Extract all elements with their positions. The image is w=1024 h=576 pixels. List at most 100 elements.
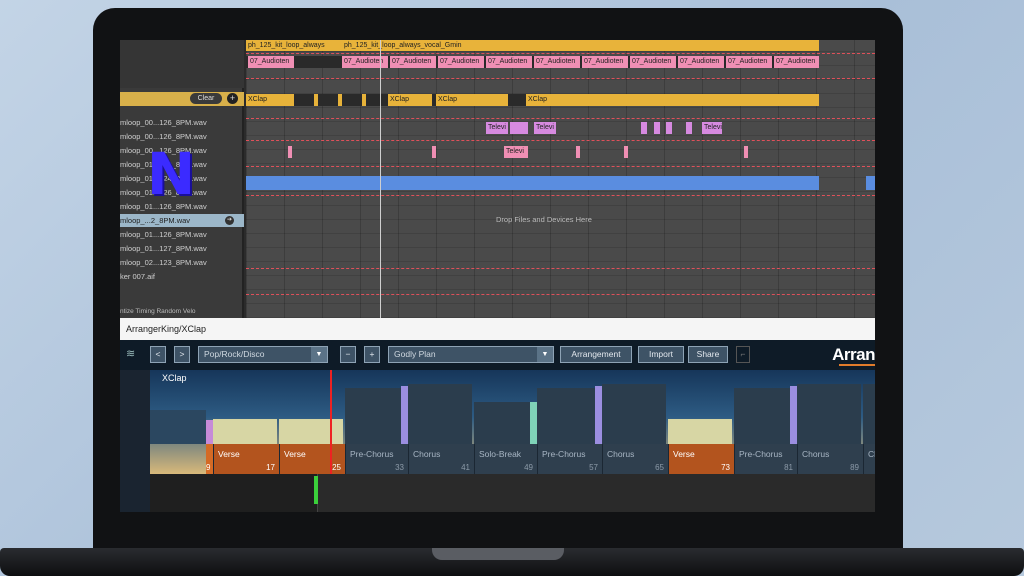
audio-clip[interactable]: 07_Audioten: [630, 56, 676, 68]
automation-line: [246, 166, 875, 167]
midi-clip[interactable]: XClap: [246, 94, 294, 106]
automation-line: [246, 78, 875, 79]
arrangement-canvas[interactable]: XClap 9 Verse 17 Verse 25 Pre-Chorus 33 …: [150, 370, 875, 474]
plan-select[interactable]: Godly Plan ▼: [388, 346, 554, 363]
midi-clip[interactable]: Televi: [534, 122, 556, 134]
section-block[interactable]: Chorus 41: [408, 444, 474, 474]
energy-block: [279, 419, 343, 444]
midi-clip[interactable]: Televi: [702, 122, 722, 134]
brand-logo: Arran: [832, 345, 875, 364]
midi-clip[interactable]: XClap: [388, 94, 432, 106]
browser-file[interactable]: mloop_02...123_8PM.wav: [120, 256, 244, 269]
audio-clip[interactable]: 07_Audioten: [678, 56, 724, 68]
midi-clip[interactable]: XClap: [526, 94, 819, 106]
section-block[interactable]: Pre-Chorus 57: [537, 444, 602, 474]
midi-clip[interactable]: [744, 146, 748, 158]
genre-select[interactable]: Pop/Rock/Disco ▼: [198, 346, 328, 363]
midi-clip[interactable]: [288, 146, 292, 158]
section-bar: 17: [266, 463, 275, 472]
clip-track-2[interactable]: 07_Audioten 07_Audioten 07_Audioten 07_A…: [246, 56, 819, 68]
section-bar: 25: [332, 463, 341, 472]
midi-clip[interactable]: XClap: [436, 94, 508, 106]
midi-clip[interactable]: [641, 122, 647, 134]
audio-clip[interactable]: 07_Audioten: [342, 56, 388, 68]
audio-clip[interactable]: ph_125_kit_loop_always: [246, 40, 342, 51]
arrangement-button[interactable]: Arrangement: [560, 346, 632, 363]
energy-block: [602, 384, 666, 444]
section-bar: 57: [589, 463, 598, 472]
share-button[interactable]: Share: [688, 346, 728, 363]
section-block[interactable]: Pre-Chorus 33: [345, 444, 408, 474]
section-label: Solo-Break: [479, 449, 522, 459]
import-button[interactable]: Import: [638, 346, 684, 363]
midi-clip[interactable]: [654, 122, 660, 134]
audio-clip[interactable]: 07_Audioten: [486, 56, 532, 68]
section-block[interactable]: Verse 17: [213, 444, 279, 474]
audio-clip[interactable]: 07_Audioten: [438, 56, 484, 68]
clip-track-3[interactable]: XClap XClap XClap XClap: [246, 94, 819, 106]
energy-block: [537, 388, 595, 444]
prev-button[interactable]: <: [150, 346, 166, 363]
midi-clip[interactable]: [432, 146, 436, 158]
section-block[interactable]: Ch: [863, 444, 875, 474]
section-block[interactable]: Pre-Chorus 81: [734, 444, 797, 474]
energy-block: [797, 384, 861, 444]
browser-file-selected[interactable]: mloop_...2_8PM.wav ➔: [120, 214, 244, 227]
clip-track-4[interactable]: Televi Televi Televi: [246, 122, 875, 134]
crop-icon[interactable]: ⌐: [736, 346, 750, 363]
add-button[interactable]: +: [227, 93, 238, 104]
midi-clip[interactable]: [362, 94, 366, 106]
midi-clip[interactable]: Televi: [486, 122, 508, 134]
audio-clip[interactable]: 07_Audioten: [390, 56, 436, 68]
section-block[interactable]: Solo-Break 49: [474, 444, 537, 474]
arrangement-view[interactable]: ph_125_kit_loop_always ph_125_kit_loop_a…: [246, 40, 875, 318]
audio-track-blue[interactable]: [246, 176, 819, 190]
midi-clip[interactable]: [576, 146, 580, 158]
preview-icon[interactable]: ➔: [225, 216, 234, 225]
clear-button[interactable]: Clear: [190, 93, 222, 104]
plus-button[interactable]: +: [364, 346, 380, 363]
midi-clip[interactable]: [666, 122, 672, 134]
section-label: Chorus: [802, 449, 830, 459]
audio-clip[interactable]: [866, 176, 875, 190]
midi-clip[interactable]: [686, 122, 692, 134]
section-block[interactable]: Chorus 89: [797, 444, 863, 474]
section-label: Chorus: [607, 449, 635, 459]
filter-icon[interactable]: ≋: [126, 347, 142, 361]
minus-button[interactable]: −: [340, 346, 356, 363]
clip-track-1[interactable]: ph_125_kit_loop_always ph_125_kit_loop_a…: [246, 40, 819, 51]
midi-clip[interactable]: [624, 146, 628, 158]
playhead-line[interactable]: [330, 370, 332, 474]
section-bar: 81: [784, 463, 793, 472]
audio-clip[interactable]: 07_Audioten: [774, 56, 819, 68]
browser-file[interactable]: mloop_01...126_8PM.wav: [120, 228, 244, 241]
energy-block: [474, 402, 530, 444]
section-label: Ch: [868, 449, 875, 459]
chevron-down-icon: ▼: [537, 347, 553, 362]
midi-clip[interactable]: [510, 122, 528, 134]
midi-clip[interactable]: [314, 94, 318, 106]
section-block[interactable]: Verse 25: [279, 444, 345, 474]
section-label: Verse: [218, 449, 240, 459]
section-label: Pre-Chorus: [350, 449, 394, 459]
section-block[interactable]: Chorus 65: [602, 444, 668, 474]
audio-clip[interactable]: 07_Audioten: [582, 56, 628, 68]
browser-file[interactable]: mloop_01...127_8PM.wav: [120, 242, 244, 255]
plan-select-value: Godly Plan: [394, 349, 436, 359]
clip-track-5[interactable]: Televi: [246, 146, 875, 158]
energy-block: [408, 384, 472, 444]
energy-block: [734, 388, 790, 444]
next-button[interactable]: >: [174, 346, 190, 363]
midi-clip[interactable]: Televi: [504, 146, 528, 158]
browser-file[interactable]: ker 007.aif: [120, 270, 244, 283]
audio-clip[interactable]: 07_Audioten: [534, 56, 580, 68]
audio-clip[interactable]: 07_Audioten: [248, 56, 294, 68]
brand-underline: [839, 364, 875, 366]
device-panel: [150, 474, 318, 512]
audio-clip[interactable]: 07_Audioten: [726, 56, 772, 68]
midi-clip[interactable]: [338, 94, 342, 106]
browser-file[interactable]: mloop_00...126_8PM.wav: [120, 116, 244, 129]
section-block[interactable]: Verse 73: [668, 444, 734, 474]
energy-block: [863, 384, 875, 444]
groove-labels: ntize Timing Random Velo: [120, 308, 196, 315]
